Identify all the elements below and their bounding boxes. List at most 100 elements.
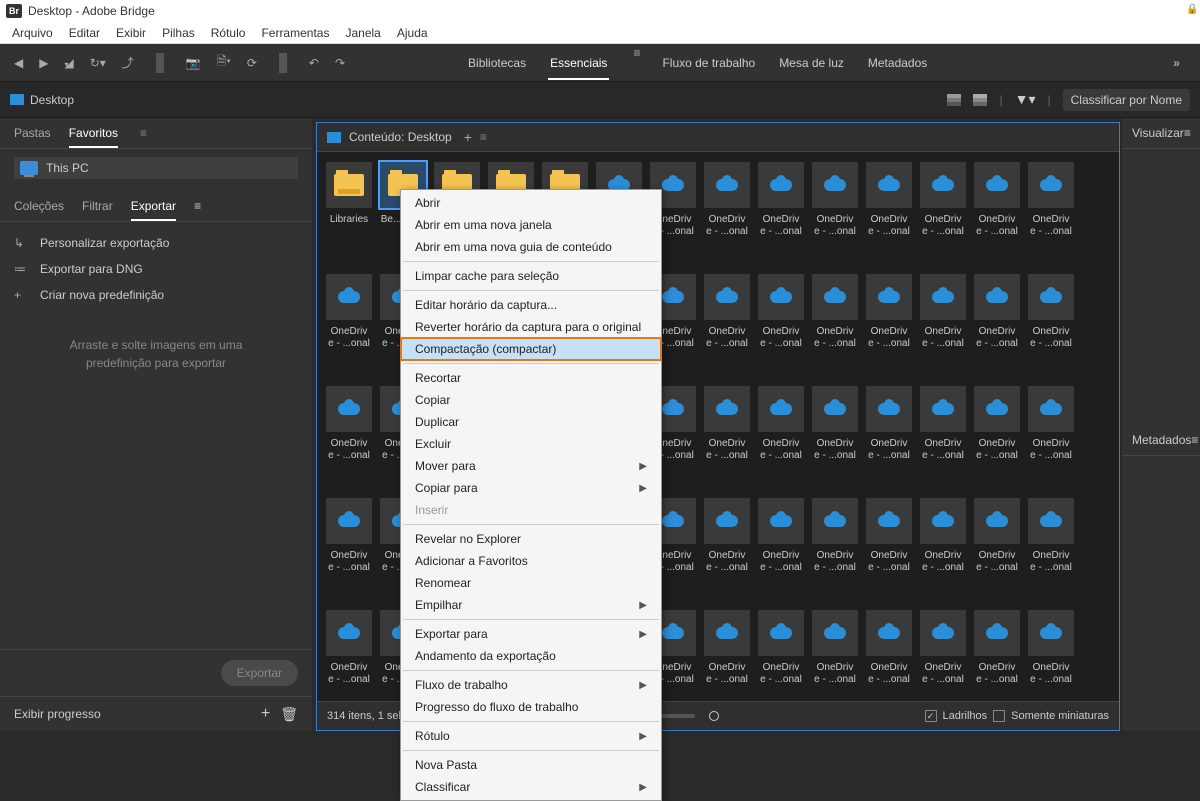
grid-item[interactable]: OneDrive - ...onal <box>755 610 807 701</box>
context-menu-item[interactable]: Duplicar <box>401 411 661 433</box>
grid-item[interactable]: OneDrive - ...onal <box>701 274 753 384</box>
nav-up-icon[interactable]: ◢▾ <box>60 52 77 74</box>
nav-back-icon[interactable]: ◀ <box>10 52 27 74</box>
nav-forward-icon[interactable]: ▶ <box>35 52 52 74</box>
context-menu-item[interactable]: Excluir <box>401 433 661 455</box>
grid-item[interactable]: OneDrive - ...onal <box>971 274 1023 384</box>
export-item[interactable]: +Criar nova predefinição <box>0 282 312 308</box>
grid-item[interactable]: OneDrive - ...onal <box>917 610 969 701</box>
grid-item[interactable]: OneDrive - ...onal <box>863 610 915 701</box>
panel-menu-icon[interactable]: ≡ <box>140 126 147 148</box>
add-preset-icon[interactable]: + <box>261 705 270 723</box>
context-menu-item[interactable]: Nova Pasta <box>401 754 661 776</box>
redo-icon[interactable]: ↷ <box>331 52 349 74</box>
context-menu-item[interactable]: Classificar▶ <box>401 776 661 798</box>
favorite-this-pc[interactable]: This PC <box>14 157 298 179</box>
grid-item[interactable]: OneDrive - ...onal <box>755 498 807 608</box>
workspace-tab[interactable]: Fluxo de trabalho <box>660 46 757 80</box>
grid-item[interactable]: OneDrive - ...onal <box>1025 162 1077 272</box>
thumb-size-large-icon[interactable] <box>973 94 987 106</box>
camera-icon[interactable]: 📷 <box>182 52 205 74</box>
context-menu-item[interactable]: Empilhar▶ <box>401 594 661 616</box>
context-menu-item[interactable]: Copiar para▶ <box>401 477 661 499</box>
context-menu-item[interactable]: Progresso do fluxo de trabalho <box>401 696 661 718</box>
panel-menu-icon[interactable]: ≡ <box>1191 433 1198 447</box>
grid-item[interactable]: OneDrive - ...onal <box>809 274 861 384</box>
context-menu-item[interactable]: Adicionar a Favoritos <box>401 550 661 572</box>
grid-item[interactable]: OneDrive - ...onal <box>917 162 969 272</box>
grid-item[interactable]: OneDrive - ...onal <box>809 498 861 608</box>
workspace-tab[interactable]: Essenciais <box>548 46 609 80</box>
grid-item[interactable]: OneDrive - ...onal <box>1025 498 1077 608</box>
grid-item[interactable]: OneDrive - ...onal <box>917 274 969 384</box>
filter-icon[interactable]: ▼▾ <box>1015 91 1036 108</box>
context-menu-item[interactable]: Reverter horário da captura para o origi… <box>401 316 661 338</box>
grid-item[interactable]: OneDrive - ...onal <box>863 274 915 384</box>
grid-item[interactable]: OneDrive - ...onal <box>701 162 753 272</box>
tab-visualizar[interactable]: Visualizar≡ <box>1122 118 1200 149</box>
context-menu-item[interactable]: Renomear <box>401 572 661 594</box>
grid-item[interactable]: OneDrive - ...onal <box>701 498 753 608</box>
workspace-tab[interactable]: Bibliotecas <box>466 46 528 80</box>
ladrilhos-checkbox[interactable] <box>925 710 937 722</box>
more-workspaces-icon[interactable]: » <box>1163 56 1190 70</box>
grid-item[interactable]: OneDrive - ...onal <box>755 274 807 384</box>
context-menu-item[interactable]: Exportar para▶ <box>401 623 661 645</box>
context-menu-item[interactable]: Rótulo▶ <box>401 725 661 747</box>
miniaturas-checkbox[interactable] <box>993 710 1005 722</box>
grid-item[interactable]: OneDrive - ...onal <box>971 498 1023 608</box>
panel-menu-icon[interactable]: ≡ <box>480 130 487 144</box>
context-menu-item[interactable]: Andamento da exportação <box>401 645 661 667</box>
context-menu-item[interactable]: Abrir <box>401 192 661 214</box>
thumb-size-small-icon[interactable] <box>947 94 961 106</box>
grid-item[interactable]: Libraries <box>323 162 375 272</box>
export-item[interactable]: ≔Exportar para DNG <box>0 256 312 282</box>
export-item[interactable]: ↳Personalizar exportação <box>0 230 312 256</box>
history-icon[interactable]: ↻▾ <box>86 52 110 74</box>
context-menu-item[interactable]: Compactação (compactar) <box>401 338 661 360</box>
panel-menu-icon[interactable]: ≡ <box>194 199 201 221</box>
workspace-tab[interactable]: Metadados <box>866 46 929 80</box>
grid-item[interactable]: OneDrive - ...onal <box>1025 274 1077 384</box>
delete-preset-icon[interactable]: 🗑 <box>280 706 298 723</box>
context-menu-item[interactable]: Limpar cache para seleção <box>401 265 661 287</box>
workspace-menu-icon[interactable]: ≡ <box>633 46 640 80</box>
export-button[interactable]: Exportar <box>221 660 298 686</box>
context-menu-item[interactable]: Fluxo de trabalho▶ <box>401 674 661 696</box>
grid-item[interactable]: OneDrive - ...onal <box>755 162 807 272</box>
tab-metadados[interactable]: Metadados≡ <box>1122 425 1200 456</box>
grid-item[interactable]: OneDrive - ...onal <box>809 610 861 701</box>
grid-item[interactable]: OneDrive - ...onal <box>323 498 375 608</box>
grid-item[interactable]: OneDrive - ...onal <box>971 162 1023 272</box>
menu-rótulo[interactable]: Rótulo <box>203 26 254 40</box>
progress-label[interactable]: Exibir progresso <box>14 707 101 721</box>
refresh-icon[interactable]: ⟳ <box>243 52 261 74</box>
menu-ferramentas[interactable]: Ferramentas <box>253 26 337 40</box>
batch-icon[interactable]: 🗎▾ <box>213 48 235 77</box>
menu-editar[interactable]: Editar <box>61 26 108 40</box>
context-menu-item[interactable]: Abrir em uma nova janela <box>401 214 661 236</box>
grid-item[interactable]: OneDrive - ...onal <box>701 386 753 496</box>
panel-tab[interactable]: Exportar <box>131 199 176 221</box>
panel-menu-icon[interactable]: ≡ <box>1184 126 1191 140</box>
grid-item[interactable]: OneDrive - ...onal <box>917 498 969 608</box>
panel-tab[interactable]: Pastas <box>14 126 51 148</box>
undo-icon[interactable]: ↶ <box>305 52 323 74</box>
grid-item[interactable]: OneDrive - ...onal <box>863 386 915 496</box>
grid-item[interactable]: OneDrive - ...onal <box>809 162 861 272</box>
path-location[interactable]: Desktop <box>30 93 74 107</box>
workspace-tab[interactable]: Mesa de luz <box>777 46 846 80</box>
add-tab-icon[interactable]: + <box>464 129 472 145</box>
reveal-icon[interactable]: ⤴ <box>118 50 138 75</box>
context-menu-item[interactable]: Revelar no Explorer <box>401 528 661 550</box>
context-menu-item[interactable]: Recortar <box>401 367 661 389</box>
menu-arquivo[interactable]: Arquivo <box>4 26 61 40</box>
context-menu-item[interactable]: Abrir em uma nova guia de conteúdo <box>401 236 661 258</box>
grid-item[interactable]: OneDrive - ...onal <box>863 498 915 608</box>
grid-item[interactable]: OneDrive - ...onal <box>971 610 1023 701</box>
grid-item[interactable]: OneDrive - ...onal <box>755 386 807 496</box>
grid-item[interactable]: OneDrive - ...onal <box>323 274 375 384</box>
grid-item[interactable]: OneDrive - ...onal <box>809 386 861 496</box>
menu-ajuda[interactable]: Ajuda <box>389 26 436 40</box>
sort-button[interactable]: Classificar por Nome <box>1063 89 1190 111</box>
